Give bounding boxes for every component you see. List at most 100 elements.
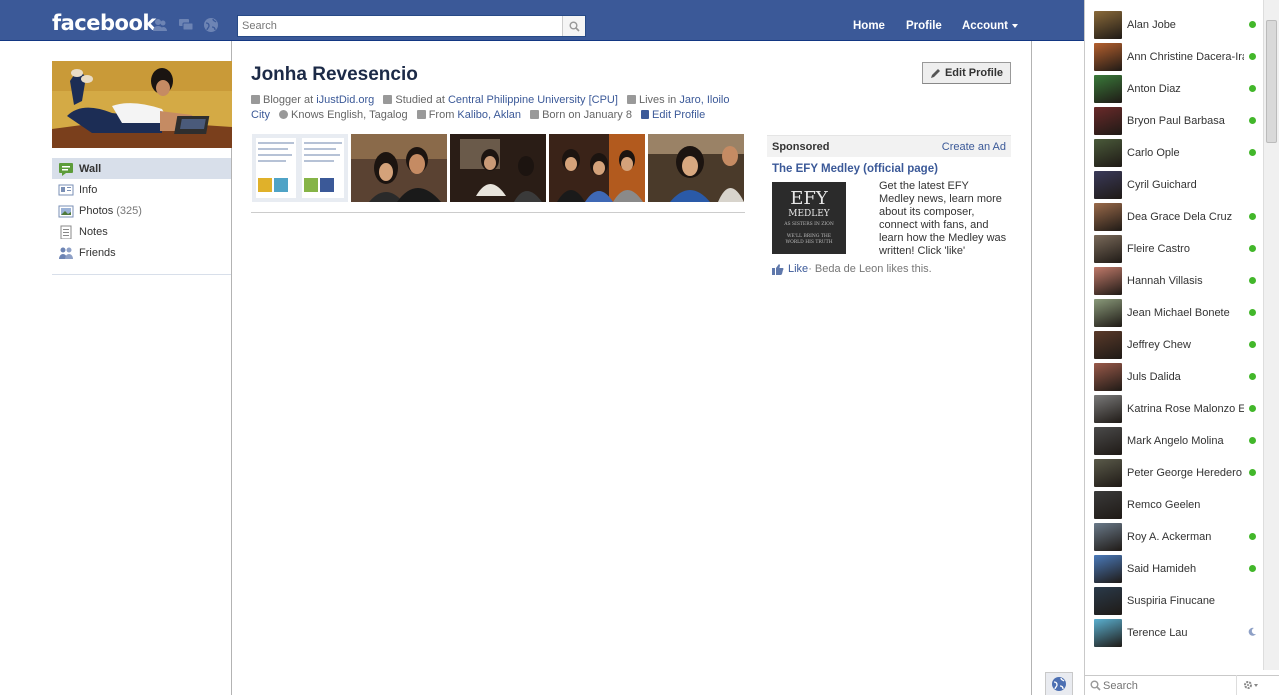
chat-friend-item[interactable]: Terence Lau [1094, 618, 1272, 647]
search-input[interactable] [238, 16, 563, 36]
chat-friend-item[interactable]: Mark Angelo Molina [1094, 426, 1272, 455]
sponsored-title: Sponsored [772, 140, 830, 153]
avatar [1094, 394, 1122, 423]
chat-settings-button[interactable] [1236, 675, 1264, 695]
nav-home-link[interactable]: Home [853, 20, 885, 32]
profile-name: Jonha Revesencio [251, 64, 418, 85]
chat-friend-name: Cyril Guichard [1127, 178, 1197, 191]
photos-count: (325) [116, 204, 142, 217]
avatar [1094, 170, 1122, 199]
edit-profile-link[interactable]: Edit Profile [652, 109, 705, 121]
home-icon [416, 110, 426, 119]
chat-scrollbar-thumb[interactable] [1266, 20, 1277, 143]
avatar [1094, 426, 1122, 455]
nav-item-info[interactable]: Info [52, 179, 231, 200]
chat-search-input[interactable] [1085, 676, 1233, 695]
friend-requests-icon[interactable] [152, 17, 168, 33]
chat-friend-item[interactable]: Cyril Guichard [1094, 170, 1272, 199]
online-status-icon [1249, 341, 1256, 348]
sponsored-header: Sponsored Create an Ad [767, 135, 1011, 157]
pencil-icon [641, 110, 650, 119]
work-link[interactable]: iJustDid.org [316, 94, 374, 106]
edit-profile-button[interactable]: Edit Profile [922, 62, 1011, 84]
nav-item-photos[interactable]: Photos (325) [52, 200, 231, 221]
nav-item-label: Friends [79, 246, 116, 259]
profile-left-nav: Wall Info Photos (325) Notes Friends [52, 158, 231, 263]
recent-photo-thumbnail[interactable] [549, 134, 645, 202]
chat-friend-name: Roy A. Ackerman [1127, 530, 1212, 543]
nav-profile-link[interactable]: Profile [906, 20, 942, 32]
online-status-icon [1249, 53, 1256, 60]
recent-photo-thumbnail[interactable] [252, 134, 348, 202]
hometown-link[interactable]: Kalibo, Aklan [457, 109, 521, 121]
ad-image[interactable]: EFY MEDLEY AS SISTERS IN ZION WE'LL BRIN… [772, 182, 846, 254]
search-bar[interactable] [237, 15, 586, 37]
chat-friend-item[interactable]: Peter George Heredero [1094, 458, 1272, 487]
avatar [1094, 330, 1122, 359]
chat-friend-item[interactable]: Said Hamideh [1094, 554, 1272, 583]
nav-item-friends[interactable]: Friends [52, 242, 231, 263]
chat-friend-name: Anton Diaz [1127, 82, 1181, 95]
avatar [1094, 138, 1122, 167]
left-column-divider [52, 274, 231, 275]
briefcase-icon [251, 95, 260, 104]
recent-photo-thumbnail[interactable] [351, 134, 447, 202]
info-lives-label: Lives in [638, 94, 677, 106]
avatar [1094, 490, 1122, 519]
facebook-logo[interactable]: facebook [52, 11, 156, 35]
chat-friend-item[interactable]: Fleire Castro [1094, 234, 1272, 263]
nav-item-label: Info [79, 183, 98, 196]
ad-like-row: Like · Beda de Leon likes this. [772, 263, 932, 275]
chat-friend-item[interactable]: Ann Christine Dacera-Ira [1094, 42, 1272, 71]
chat-friend-name: Peter George Heredero [1127, 466, 1242, 479]
chat-friend-item[interactable]: Anton Diaz [1094, 74, 1272, 103]
profile-picture[interactable] [52, 61, 232, 148]
chat-friend-item[interactable]: Remco Geelen [1094, 490, 1272, 519]
search-icon [1090, 680, 1101, 691]
chat-friend-item[interactable]: Jeffrey Chew [1094, 330, 1272, 359]
recent-photos-strip [252, 134, 745, 202]
chat-friend-item[interactable]: Bryon Paul Barbasa [1094, 106, 1272, 135]
chat-friend-item[interactable]: Jean Michael Bonete [1094, 298, 1272, 327]
online-status-icon [1249, 117, 1256, 124]
ad-like-button[interactable]: Like [788, 263, 808, 275]
idle-moon-icon [1248, 627, 1256, 636]
chat-friend-item[interactable]: Hannah Villasis [1094, 266, 1272, 295]
chat-friend-name: Alan Jobe [1127, 18, 1176, 31]
friends-icon [58, 246, 74, 260]
school-link[interactable]: Central Philippine University [CPU] [448, 94, 618, 106]
chat-notification-tab[interactable] [1045, 672, 1073, 695]
chat-friend-item[interactable]: Juls Dalida [1094, 362, 1272, 391]
chat-friend-item[interactable]: Suspiria Finucane [1094, 586, 1272, 615]
chat-friend-name: Jeffrey Chew [1127, 338, 1191, 351]
online-status-icon [1249, 565, 1256, 572]
messages-icon[interactable] [178, 17, 194, 33]
search-button[interactable] [562, 16, 585, 36]
chat-scrollbar[interactable] [1263, 0, 1279, 670]
chat-friend-name: Said Hamideh [1127, 562, 1197, 575]
recent-photo-thumbnail[interactable] [450, 134, 546, 202]
chat-friend-name: Mark Angelo Molina [1127, 434, 1224, 447]
chat-friend-item[interactable]: Dea Grace Dela Cruz [1094, 202, 1272, 231]
online-status-icon [1249, 85, 1256, 92]
nav-item-notes[interactable]: Notes [52, 221, 231, 242]
chat-friend-item[interactable]: Roy A. Ackerman [1094, 522, 1272, 551]
ad-image-text-line2: MEDLEY [788, 209, 831, 219]
chat-friend-name: Remco Geelen [1127, 498, 1201, 511]
photos-icon [58, 204, 74, 218]
nav-item-wall[interactable]: Wall [52, 158, 231, 179]
chat-friend-item[interactable]: Alan Jobe [1094, 10, 1272, 39]
notifications-globe-icon[interactable] [203, 17, 219, 33]
chat-sidebar: Alan Jobe Ann Christine Dacera-Ira Anton D… [1084, 0, 1279, 695]
create-ad-link[interactable]: Create an Ad [942, 141, 1006, 153]
ad-title-link[interactable]: The EFY Medley (official page) [772, 163, 938, 175]
recent-photo-thumbnail[interactable] [648, 134, 744, 202]
nav-account-menu[interactable]: Account [962, 20, 1018, 32]
avatar [1094, 74, 1122, 103]
chat-friend-item[interactable]: Carlo Ople [1094, 138, 1272, 167]
chat-friend-name: Ann Christine Dacera-Ira [1127, 50, 1244, 63]
online-status-icon [1249, 469, 1256, 476]
chat-friend-item[interactable]: Katrina Rose Malonzo Es [1094, 394, 1272, 423]
info-birthday: Born on January 8 [542, 109, 632, 121]
avatar [1094, 10, 1122, 39]
